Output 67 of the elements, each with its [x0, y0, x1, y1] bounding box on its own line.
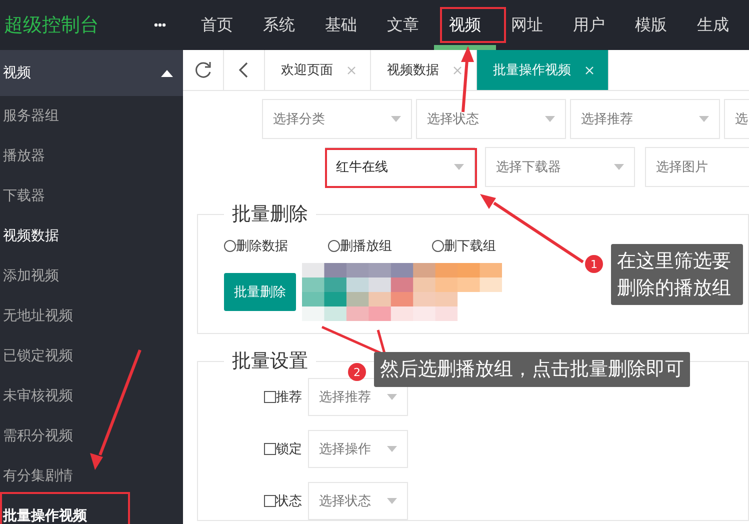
sidebar-item[interactable]: 服务器组: [0, 96, 183, 136]
radio-label: 删播放组: [340, 238, 392, 255]
step-badge: 2: [348, 363, 366, 381]
nav-item[interactable]: 文章: [372, 0, 434, 50]
tab-label[interactable]: 欢迎页面: [281, 61, 333, 79]
more-icon[interactable]: [154, 23, 166, 27]
nav-item[interactable]: 系统: [248, 0, 310, 50]
sidebar-item[interactable]: 添加视频: [0, 256, 183, 296]
checkbox[interactable]: [264, 391, 276, 403]
annotation-callout: 在这里筛选要删除的播放组: [611, 244, 743, 306]
section-title: 批量删除: [231, 202, 309, 227]
checkbox-label: 推荐: [276, 389, 302, 406]
select-field[interactable]: 选择图片: [645, 147, 749, 187]
sidebar-item[interactable]: 批量操作视频: [0, 496, 183, 524]
select-field[interactable]: 红牛在线: [325, 147, 475, 187]
nav-item[interactable]: 用户: [558, 0, 620, 50]
app-title: 超级控制台: [3, 13, 100, 38]
sidebar-item[interactable]: 未审核视频: [0, 376, 183, 416]
sidebar-item[interactable]: 有分集剧情: [0, 456, 183, 496]
caret-icon: [454, 164, 464, 170]
nav-item[interactable]: 网址: [496, 0, 558, 50]
section-title: 批量设置: [231, 349, 309, 374]
step-badge: 1: [585, 255, 603, 273]
sidebar-group-header[interactable]: 视频: [0, 50, 183, 96]
select-field[interactable]: 选择推荐: [570, 99, 720, 139]
refresh-icon[interactable]: [193, 60, 213, 80]
nav-item[interactable]: 基础: [310, 0, 372, 50]
annotation-callout: 然后选删播放组，点击批量删除即可: [374, 352, 690, 387]
select-field[interactable]: 选择状态: [308, 482, 408, 520]
caret-icon: [387, 394, 397, 400]
sidebar-item[interactable]: 已锁定视频: [0, 336, 183, 376]
sidebar-item[interactable]: 视频数据: [0, 216, 183, 256]
sidebar-item[interactable]: 需积分视频: [0, 416, 183, 456]
sidebar-item[interactable]: 下载器: [0, 176, 183, 216]
caret-icon: [614, 164, 624, 170]
arrow: [461, 46, 474, 112]
caret-icon: [699, 116, 709, 122]
radio-button[interactable]: [328, 240, 340, 252]
radio-button[interactable]: [432, 240, 444, 252]
caret-icon: [545, 116, 555, 122]
select-field[interactable]: 选择操作: [308, 430, 408, 468]
caret-icon: [387, 498, 397, 504]
tab[interactable]: 批量操作视频: [477, 50, 609, 90]
radio-button[interactable]: [224, 240, 236, 252]
radio-label: 删除数据: [236, 238, 288, 255]
caret-icon: [391, 116, 401, 122]
select-field[interactable]: 选: [724, 99, 749, 139]
sidebar-item[interactable]: 无地址视频: [0, 296, 183, 336]
sidebar-item[interactable]: 播放器: [0, 136, 183, 176]
tab-label[interactable]: 视频数据: [387, 61, 439, 79]
checkbox-label: 锁定: [276, 441, 302, 458]
checkbox-label: 状态: [276, 493, 302, 510]
collapse-icon: [161, 70, 173, 76]
select-field[interactable]: 选择状态: [416, 99, 566, 139]
select-field[interactable]: 选择分类: [262, 99, 412, 139]
highlight-frame: [440, 7, 506, 43]
caret-icon: [387, 446, 397, 452]
nav-item[interactable]: 生成: [682, 0, 744, 50]
select-field[interactable]: 选择下载器: [485, 147, 635, 187]
tab-label[interactable]: 批量操作视频: [493, 61, 571, 79]
checkbox[interactable]: [264, 495, 276, 507]
nav-item[interactable]: 模版: [620, 0, 682, 50]
nav-item[interactable]: 首页: [186, 0, 248, 50]
tab[interactable]: 欢迎页面: [265, 50, 371, 90]
radio-label: 删下载组: [444, 238, 496, 255]
checkbox[interactable]: [264, 443, 276, 455]
batch-delete-button[interactable]: 批量删除: [224, 273, 296, 311]
